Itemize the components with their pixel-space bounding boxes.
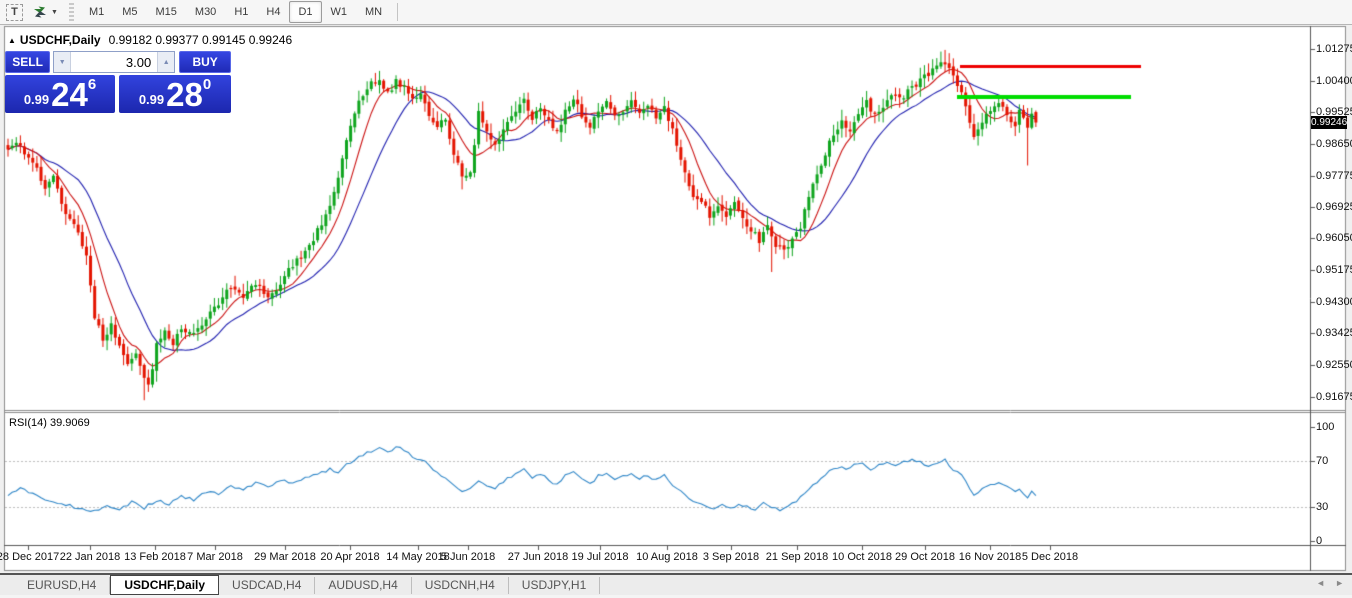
current-price-tag: 0.99246 (1311, 116, 1347, 129)
volume-decrease-button[interactable]: ▼ (54, 52, 71, 72)
trade-panel: SELL ▼ ▲ BUY 0.99 24 6 0.99 28 0 (5, 51, 231, 113)
buy-price-point: 0 (203, 78, 211, 92)
timeframe-button-H1[interactable]: H1 (225, 1, 257, 23)
timeframe-button-D1[interactable]: D1 (289, 1, 321, 23)
buy-button[interactable]: BUY (179, 51, 231, 73)
tab-USDCNH-H4[interactable]: USDCNH,H4 (412, 577, 509, 594)
chart-ohlc-values: 0.99182 0.99377 0.99145 0.99246 (109, 33, 293, 47)
toolbar-grip (69, 3, 74, 21)
buy-price-button[interactable]: 0.99 28 0 (119, 75, 231, 113)
toolbar-separator (397, 3, 398, 21)
timeframe-buttons: M1M5M15M30H1H4D1W1MN (80, 1, 391, 23)
cursor-arrows-icon (32, 5, 48, 19)
sell-price-pips: 24 (51, 80, 88, 110)
timeframe-button-M15[interactable]: M15 (147, 1, 186, 23)
tab-EURUSD-H4[interactable]: EURUSD,H4 (14, 577, 110, 594)
text-label-tool-button[interactable]: T (6, 4, 23, 21)
timeframe-button-M30[interactable]: M30 (186, 1, 225, 23)
symbol-marker-icon: ▲ (8, 36, 16, 45)
timeframe-button-W1[interactable]: W1 (322, 1, 357, 23)
timeframe-button-MN[interactable]: MN (356, 1, 391, 23)
sell-button-label: SELL (12, 55, 43, 69)
sell-price-base: 0.99 (24, 90, 49, 110)
toolbar: T ▼ M1M5M15M30H1H4D1W1MN (0, 0, 1352, 25)
buy-price-base: 0.99 (139, 90, 164, 110)
chart-tabs: EURUSD,H4USDCHF,DailyUSDCAD,H4AUDUSD,H4U… (0, 575, 600, 595)
spinner-down-icon: ▼ (59, 59, 66, 66)
chart-title: ▲ USDCHF,Daily 0.99182 0.99377 0.99145 0.9… (8, 33, 292, 47)
sell-price-point: 6 (88, 78, 96, 92)
spinner-up-icon: ▲ (163, 59, 170, 66)
text-tool-icon: T (11, 6, 18, 18)
timeframe-button-M5[interactable]: M5 (113, 1, 146, 23)
chart-tab-bar: EURUSD,H4USDCHF,DailyUSDCAD,H4AUDUSD,H4U… (0, 573, 1352, 595)
tab-scroll-left-button[interactable]: ◄ (1316, 578, 1325, 588)
timeframe-button-H4[interactable]: H4 (257, 1, 289, 23)
volume-increase-button[interactable]: ▲ (157, 52, 174, 72)
chart-symbol: USDCHF,Daily (20, 33, 101, 47)
tab-USDJPY-H1[interactable]: USDJPY,H1 (509, 577, 600, 594)
timeframe-button-M1[interactable]: M1 (80, 1, 113, 23)
tool-dropdown-caret-icon[interactable]: ▼ (51, 9, 58, 16)
volume-stepper: ▼ ▲ (53, 51, 175, 73)
tab-USDCAD-H4[interactable]: USDCAD,H4 (219, 577, 315, 594)
buy-price-pips: 28 (166, 80, 203, 110)
rsi-indicator-label: RSI(14) 39.9069 (9, 417, 90, 429)
sell-price-button[interactable]: 0.99 24 6 (5, 75, 115, 113)
arrows-tool-button[interactable]: ▼ (32, 2, 58, 22)
tab-USDCHF-Daily[interactable]: USDCHF,Daily (110, 575, 219, 595)
volume-input[interactable] (71, 52, 157, 72)
tab-scroll-right-button[interactable]: ► (1335, 578, 1344, 588)
tab-AUDUSD-H4[interactable]: AUDUSD,H4 (315, 577, 411, 594)
buy-button-label: BUY (192, 55, 217, 69)
sell-button[interactable]: SELL (5, 51, 50, 73)
